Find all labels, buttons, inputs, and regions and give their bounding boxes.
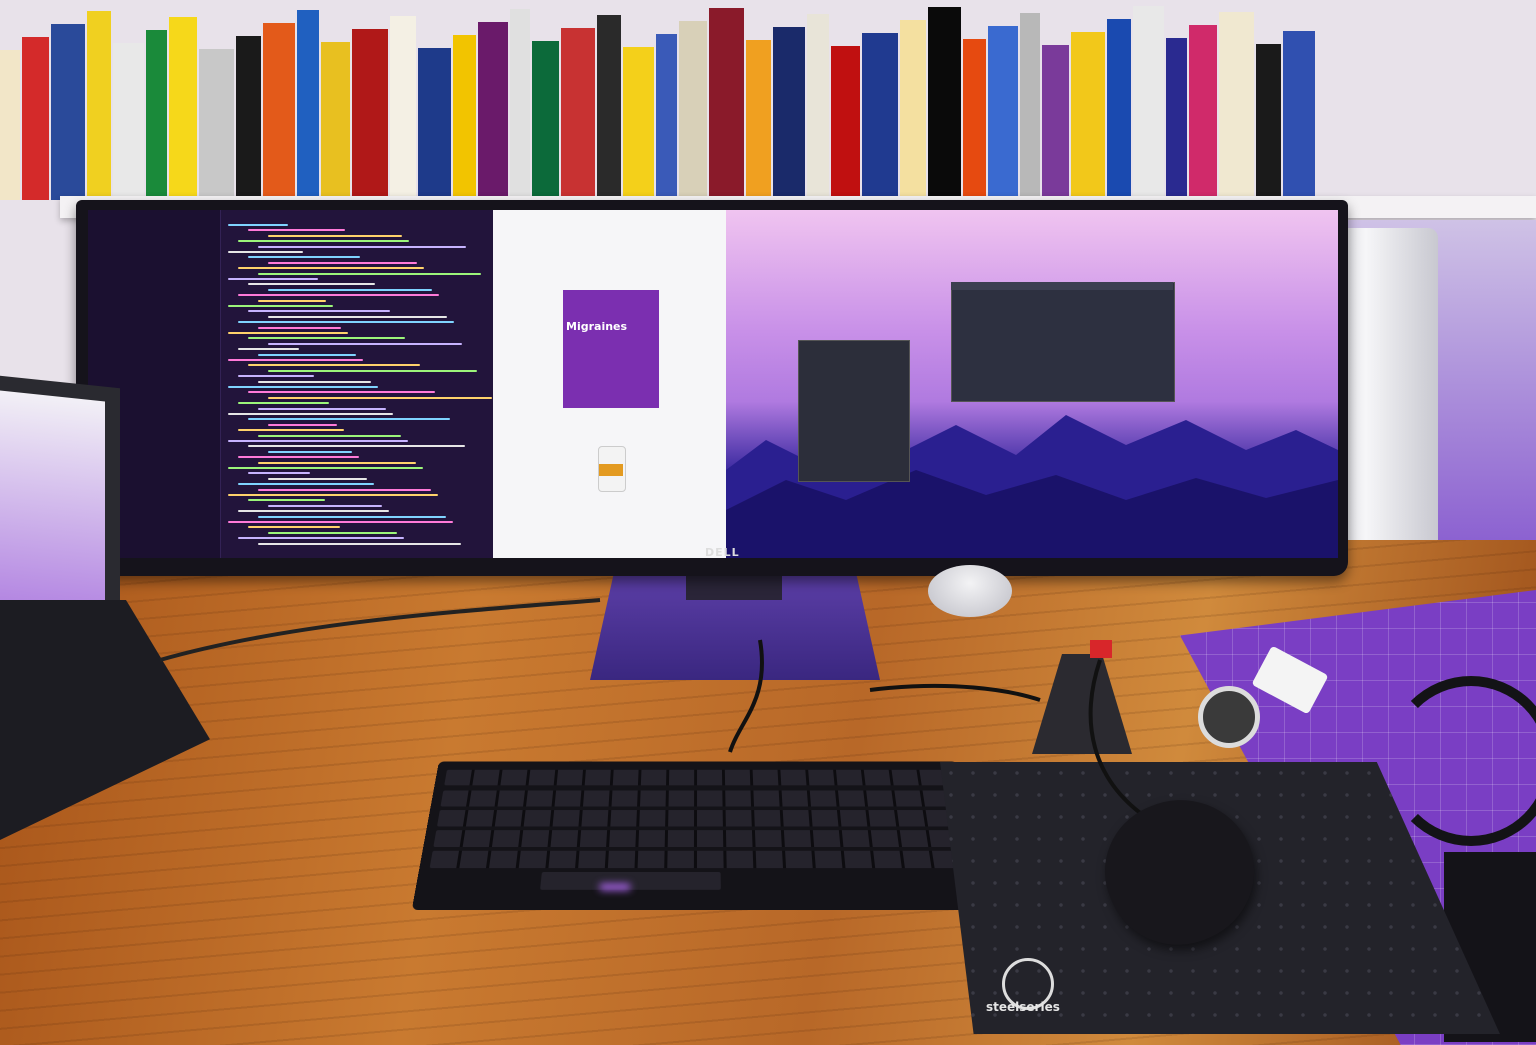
cables bbox=[159, 598, 1152, 822]
